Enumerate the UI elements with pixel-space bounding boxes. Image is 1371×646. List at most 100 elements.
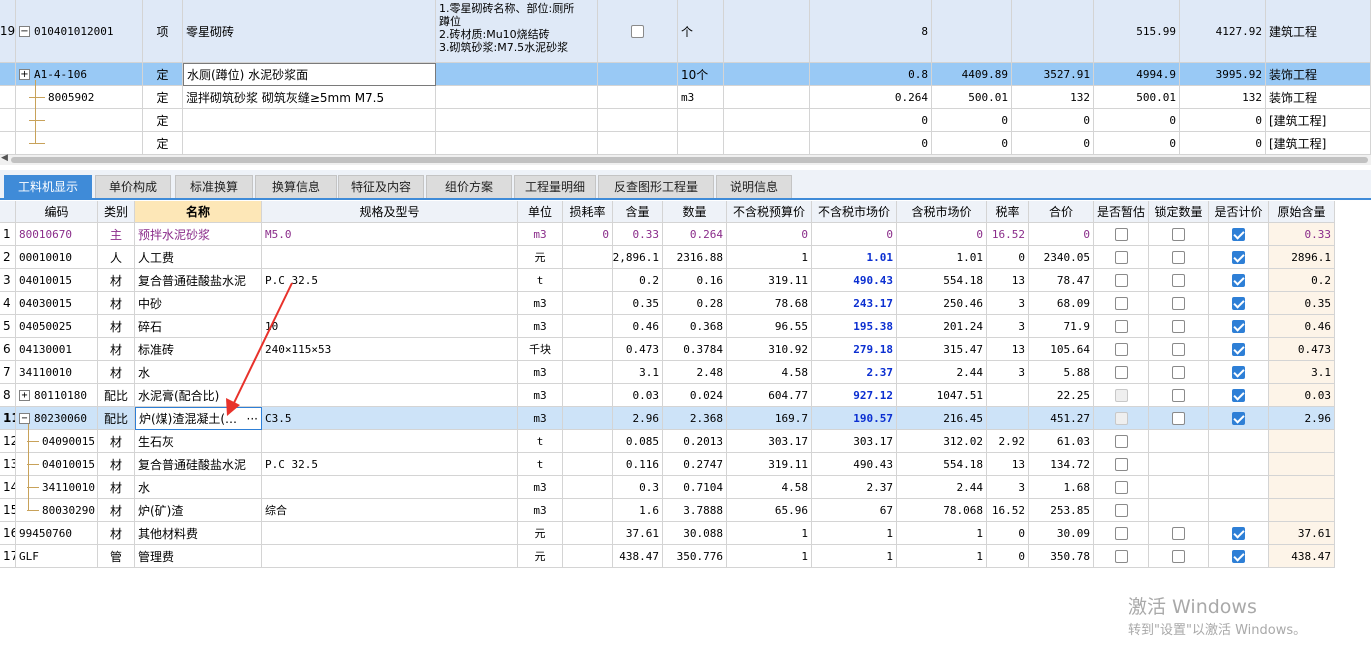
column-header[interactable]: 合价 (1029, 201, 1094, 223)
cell-est[interactable] (1094, 269, 1149, 292)
cell-qty[interactable]: 0.024 (663, 384, 727, 407)
cell-mkt[interactable]: 1 (812, 522, 897, 545)
est-checkbox[interactable] (1114, 480, 1128, 494)
cell-check[interactable] (598, 86, 678, 109)
resource-row[interactable]: 17GLF管管理费元438.47350.7761110350.78438.47 (0, 545, 1335, 568)
column-header[interactable]: 锁定数量 (1149, 201, 1209, 223)
cell-lock[interactable] (1149, 499, 1209, 522)
cell-tax[interactable]: 2.92 (987, 430, 1029, 453)
cell-name[interactable]: 其他材料费 (135, 522, 262, 545)
cell-name[interactable]: 水泥膏(配合比) (135, 384, 262, 407)
expand-icon[interactable]: + (19, 389, 30, 401)
cell-taxmkt[interactable]: 2.44 (897, 361, 987, 384)
cell-taxmkt[interactable]: 201.24 (897, 315, 987, 338)
cell-qty[interactable]: 0.368 (663, 315, 727, 338)
lock-checkbox[interactable] (1172, 273, 1185, 287)
cell-tax[interactable]: 3 (987, 476, 1029, 499)
cell-name[interactable]: 碎石 (135, 315, 262, 338)
cell-tax[interactable]: 3 (987, 315, 1029, 338)
column-header[interactable]: 不含税预算价 (727, 201, 812, 223)
cell-content[interactable]: 438.47 (613, 545, 663, 568)
est-checkbox[interactable] (1114, 273, 1128, 287)
item-checkbox[interactable] (631, 24, 644, 38)
collapse-icon[interactable]: − (19, 25, 30, 37)
cell-lock[interactable] (1149, 430, 1209, 453)
resource-row[interactable]: 6 04130001 材标准砖 240×115×53 千块 0.473 0.3784 310.… (0, 338, 1335, 361)
tab-4[interactable]: 特征及内容 (338, 175, 424, 198)
cell-price[interactable] (1209, 499, 1269, 522)
cell-mkt[interactable]: 0 (812, 223, 897, 246)
est-checkbox[interactable] (1114, 549, 1128, 563)
column-header[interactable]: 原始含量 (1269, 201, 1335, 223)
resource-row[interactable]: 11−80230060配比炉(煤)渣混凝土(…···C3.5m32.962.36… (0, 407, 1335, 430)
tab-3[interactable]: 换算信息 (255, 175, 337, 198)
est-checkbox[interactable] (1114, 434, 1128, 448)
tab-0[interactable]: 工料机显示 (4, 175, 92, 198)
cell-taxmkt[interactable]: 315.47 (897, 338, 987, 361)
cell-qty[interactable]: 2.368 (663, 407, 727, 430)
price-checkbox[interactable] (1232, 526, 1245, 540)
cell-content[interactable]: 0.33 (613, 223, 663, 246)
cell-lock[interactable] (1149, 315, 1209, 338)
cell-qty[interactable]: 0.16 (663, 269, 727, 292)
bill-item-row[interactable]: 19−010401012001 项零星砌砖 1.零星砌砖名称、部位:厕所 蹲位 2.砖材… (0, 0, 1371, 63)
column-header[interactable]: 名称 (135, 201, 262, 223)
tab-5[interactable]: 组价方案 (426, 175, 512, 198)
est-checkbox[interactable] (1114, 503, 1128, 517)
column-header[interactable]: 不含税市场价 (812, 201, 897, 223)
cell-name[interactable]: 预拌水泥砂浆 (135, 223, 262, 246)
cell-spec[interactable]: 10 (262, 315, 518, 338)
cell-spec[interactable]: 综合 (262, 499, 518, 522)
cell-spec[interactable]: P.C 32.5 (262, 453, 518, 476)
expand-icon[interactable]: + (19, 68, 30, 80)
cell-est[interactable] (1094, 430, 1149, 453)
resource-row[interactable]: 14 34110010材水 m3 0.30.71044.582.372.4431.68 (0, 476, 1335, 499)
cell-mkt[interactable]: 243.17 (812, 292, 897, 315)
cell-taxmkt[interactable]: 2.44 (897, 476, 987, 499)
cell-est[interactable] (1094, 384, 1149, 407)
lock-checkbox[interactable] (1172, 526, 1185, 540)
cell-spec[interactable]: 240×115×53 (262, 338, 518, 361)
tab-6[interactable]: 工程量明细 (514, 175, 596, 198)
column-header[interactable]: 含税市场价 (897, 201, 987, 223)
cell-est[interactable] (1094, 361, 1149, 384)
cell-est[interactable] (1094, 453, 1149, 476)
lock-checkbox[interactable] (1172, 549, 1185, 563)
cell-price[interactable] (1209, 384, 1269, 407)
cell-tax[interactable]: 0 (987, 545, 1029, 568)
cell-qty[interactable]: 350.776 (663, 545, 727, 568)
lock-checkbox[interactable] (1172, 227, 1185, 241)
column-header[interactable]: 税率 (987, 201, 1029, 223)
cell-qty[interactable]: 0.264 (663, 223, 727, 246)
cell-content[interactable]: 3.1 (613, 361, 663, 384)
cell-spec[interactable] (262, 522, 518, 545)
est-checkbox[interactable] (1114, 250, 1128, 264)
scroll-left-icon[interactable]: ◀ (1, 153, 8, 163)
lock-checkbox[interactable] (1172, 365, 1185, 379)
est-checkbox[interactable] (1114, 319, 1128, 333)
quota-row[interactable]: 8005902 定湿拌砌筑砂浆 砌筑灰缝≥5mm M7.5 m3 0.264 500.0… (0, 86, 1371, 109)
resource-row[interactable]: 13 04010015材复合普通硅酸盐水泥P.C 32.5t 0.1160.2747… (0, 453, 1335, 476)
cell-content[interactable]: 0.2 (613, 269, 663, 292)
cell-qty[interactable]: 0.7104 (663, 476, 727, 499)
cell-tax[interactable]: 13 (987, 338, 1029, 361)
cell-est[interactable] (1094, 499, 1149, 522)
cell-spec[interactable] (262, 430, 518, 453)
column-header[interactable]: 规格及型号 (262, 201, 518, 223)
cell-qty[interactable]: 3.7888 (663, 499, 727, 522)
cell-est[interactable] (1094, 476, 1149, 499)
cell-mkt[interactable]: 2.37 (812, 476, 897, 499)
cell-tax[interactable]: 13 (987, 269, 1029, 292)
cell-name[interactable]: 人工费 (135, 246, 262, 269)
horizontal-scrollbar[interactable]: ◀ (0, 153, 1371, 165)
cell-name[interactable]: 标准砖 (135, 338, 262, 361)
cell-taxmkt[interactable]: 554.18 (897, 269, 987, 292)
cell-spec[interactable] (262, 384, 518, 407)
column-header[interactable]: 是否暂估 (1094, 201, 1149, 223)
cell-taxmkt[interactable]: 554.18 (897, 453, 987, 476)
quota-row[interactable]: + A1-4-106 定水厕(蹲位) 水泥砂浆面 10个 0.8 4409.89 3527.… (0, 63, 1371, 86)
resource-row[interactable]: 4 04030015 材中砂 m3 0.35 0.28 78.68 243.17 250.46 3… (0, 292, 1335, 315)
cell-content[interactable]: 0.116 (613, 453, 663, 476)
est-checkbox[interactable] (1114, 365, 1128, 379)
lock-checkbox[interactable] (1172, 250, 1185, 264)
